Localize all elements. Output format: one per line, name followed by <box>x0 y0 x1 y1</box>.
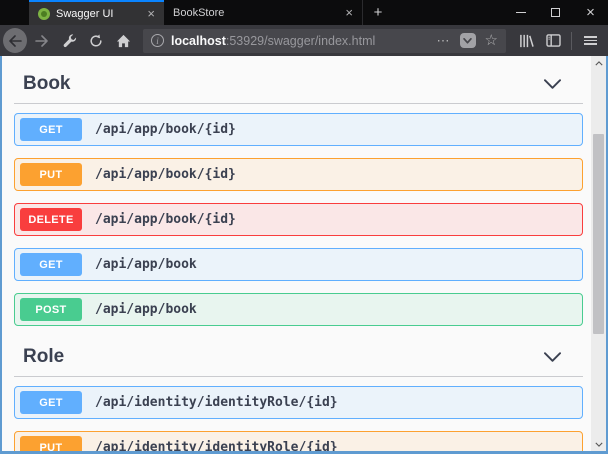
section-title: Book <box>23 73 71 95</box>
tab-close-icon[interactable]: × <box>145 7 157 20</box>
method-badge: GET <box>20 253 82 276</box>
endpoint-list: GET /api/app/book/{id} PUT /api/app/book… <box>14 113 583 326</box>
navigation-toolbar: i localhost:53929/swagger/index.html ⋯ ☆ <box>0 25 608 56</box>
page-actions-icon[interactable]: ⋯ <box>437 34 451 47</box>
pocket-icon[interactable] <box>460 33 476 48</box>
tab-bar: Swagger UI × BookStore × + × <box>0 0 608 25</box>
endpoint-row[interactable]: GET /api/app/book <box>14 248 583 281</box>
tab-title: BookStore <box>173 7 337 19</box>
sidebar-icon <box>546 34 561 47</box>
scroll-down-arrow[interactable] <box>591 437 606 451</box>
section-divider <box>14 103 583 104</box>
endpoint-row[interactable]: GET /api/identity/identityRole/{id} <box>14 386 583 419</box>
endpoint-list: GET /api/identity/identityRole/{id} PUT … <box>14 386 583 454</box>
url-host: localhost <box>171 34 226 48</box>
endpoint-path: /api/app/book/{id} <box>95 122 236 137</box>
forward-arrow-icon <box>35 35 49 47</box>
swagger-favicon-icon <box>38 8 50 20</box>
window-controls: × <box>503 0 608 25</box>
endpoint-row[interactable]: PUT /api/identity/identityRole/{id} <box>14 431 583 454</box>
new-tab-button[interactable]: + <box>363 0 393 25</box>
reload-button[interactable] <box>84 29 108 53</box>
menu-button[interactable] <box>578 29 602 53</box>
endpoint-row[interactable]: POST /api/app/book <box>14 293 583 326</box>
api-sections: Book GET /api/app/book/{id} PUT /api/app… <box>14 69 583 454</box>
method-badge: PUT <box>20 436 82 454</box>
library-icon <box>519 34 534 48</box>
tab-close-icon[interactable]: × <box>343 6 355 19</box>
back-arrow-icon <box>3 28 27 53</box>
site-info-icon[interactable]: i <box>151 34 164 47</box>
tab-swagger-ui[interactable]: Swagger UI × <box>29 0 164 25</box>
hamburger-icon <box>584 36 597 45</box>
sidebar-button[interactable] <box>541 29 565 53</box>
url-bar[interactable]: i localhost:53929/swagger/index.html ⋯ ☆ <box>143 29 506 53</box>
endpoint-path: /api/app/book <box>95 257 197 272</box>
browser-window: Swagger UI × BookStore × + × <box>0 0 608 454</box>
maximize-icon <box>551 8 560 17</box>
section-header[interactable]: Book <box>14 69 583 99</box>
minimize-icon <box>516 12 526 13</box>
forward-button[interactable] <box>30 29 54 53</box>
chevron-down-icon[interactable] <box>544 352 561 362</box>
method-badge: PUT <box>20 163 82 186</box>
endpoint-path: /api/identity/identityRole/{id} <box>95 395 338 410</box>
tab-title: Swagger UI <box>56 8 139 20</box>
chevron-down-icon[interactable] <box>544 79 561 89</box>
minimize-button[interactable] <box>503 0 538 25</box>
bookmark-star-icon[interactable]: ☆ <box>485 33 498 48</box>
url-path: :53929/swagger/index.html <box>226 34 375 48</box>
page-content: Book GET /api/app/book/{id} PUT /api/app… <box>0 56 608 454</box>
home-button[interactable] <box>111 29 135 53</box>
close-icon: × <box>586 5 595 20</box>
api-section: Book GET /api/app/book/{id} PUT /api/app… <box>14 69 583 326</box>
method-badge: DELETE <box>20 208 82 231</box>
method-badge: GET <box>20 391 82 414</box>
section-header[interactable]: Role <box>14 342 583 372</box>
endpoint-path: /api/identity/identityRole/{id} <box>95 440 338 454</box>
endpoint-row[interactable]: GET /api/app/book/{id} <box>14 113 583 146</box>
back-button[interactable] <box>3 29 27 53</box>
wrench-icon <box>62 33 77 48</box>
home-icon <box>116 34 131 48</box>
reload-icon <box>89 34 103 48</box>
method-badge: POST <box>20 298 82 321</box>
section-title: Role <box>23 346 64 368</box>
endpoint-path: /api/app/book/{id} <box>95 212 236 227</box>
url-text: localhost:53929/swagger/index.html <box>171 34 430 48</box>
scroll-up-arrow[interactable] <box>591 56 606 70</box>
tab-bookstore[interactable]: BookStore × <box>164 0 363 25</box>
endpoint-row[interactable]: DELETE /api/app/book/{id} <box>14 203 583 236</box>
devtools-button[interactable] <box>57 29 81 53</box>
toolbar-separator <box>571 32 572 50</box>
vertical-scrollbar[interactable] <box>591 56 606 451</box>
endpoint-path: /api/app/book <box>95 302 197 317</box>
library-button[interactable] <box>514 29 538 53</box>
endpoint-path: /api/app/book/{id} <box>95 167 236 182</box>
close-window-button[interactable]: × <box>573 0 608 25</box>
api-section: Role GET /api/identity/identityRole/{id}… <box>14 342 583 454</box>
section-divider <box>14 376 583 377</box>
method-badge: GET <box>20 118 82 141</box>
endpoint-row[interactable]: PUT /api/app/book/{id} <box>14 158 583 191</box>
maximize-button[interactable] <box>538 0 573 25</box>
scrollbar-thumb[interactable] <box>593 134 604 334</box>
url-actions: ⋯ ☆ <box>437 33 498 48</box>
